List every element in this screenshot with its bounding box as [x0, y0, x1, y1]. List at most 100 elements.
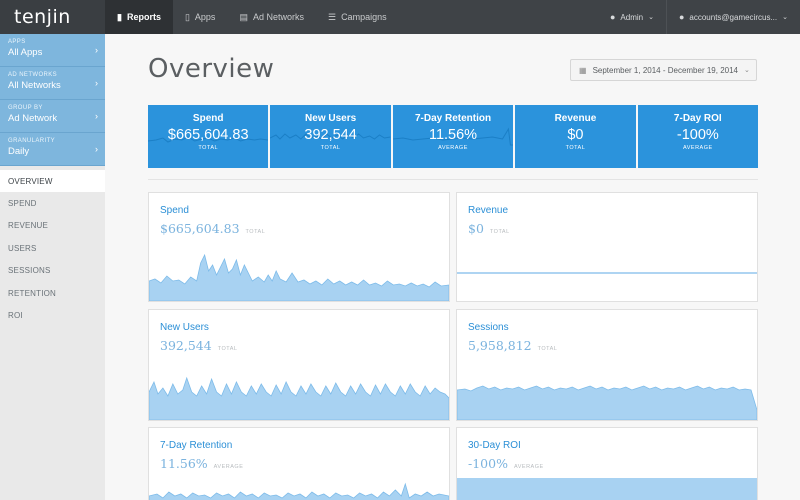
- chart-card-sub: TOTAL: [245, 229, 266, 235]
- chart-card-sessions[interactable]: Sessions 5,958,812 TOTAL: [456, 309, 758, 421]
- chart-card-title: New Users: [160, 322, 209, 333]
- sidebar-item-users[interactable]: USERS: [0, 237, 105, 259]
- kpi-revenue-sub: TOTAL: [565, 145, 586, 151]
- spend-area-chart: [149, 253, 449, 301]
- chart-card-title: Sessions: [468, 322, 509, 333]
- chevron-right-icon: ›: [95, 144, 98, 154]
- user-nav: ● Admin ⌄ ● accounts@gamecircus... ⌄: [598, 0, 800, 34]
- top-bar: tenjin ▮ Reports ▯ Apps ▤ Ad Networks ☰ …: [0, 0, 800, 34]
- sidebar-item-roi[interactable]: ROI: [0, 304, 105, 326]
- kpi-roi-value: -100%: [676, 127, 719, 143]
- chart-card-value-row: -100% AVERAGE: [468, 456, 544, 471]
- nav-reports-label: Reports: [126, 12, 161, 22]
- filter-ad-networks-value: All Networks: [8, 80, 61, 91]
- admin-menu[interactable]: ● Admin ⌄: [598, 0, 666, 34]
- filter-granularity-value: Daily: [8, 146, 30, 157]
- kpi-spend[interactable]: Spend $665,604.83 TOTAL: [148, 105, 269, 168]
- page-title: Overview: [148, 54, 275, 84]
- chevron-down-icon: ⌄: [648, 14, 654, 21]
- chevron-down-icon: ⌄: [743, 67, 750, 74]
- date-range-label: September 1, 2014 - December 19, 2014: [592, 65, 738, 75]
- kpi-row: Spend $665,604.83 TOTAL New Users 392,54…: [148, 105, 759, 168]
- kpi-revenue[interactable]: Revenue $0 TOTAL: [515, 105, 636, 168]
- kpi-retention-title: 7-Day Retention: [414, 113, 492, 124]
- filter-apps-value: All Apps: [8, 47, 43, 58]
- chart-card-7-day-retention[interactable]: 7-Day Retention 11.56% AVERAGE: [148, 427, 450, 500]
- chart-card-new-users[interactable]: New Users 392,544 TOTAL: [148, 309, 450, 421]
- nav-ad-networks[interactable]: ▤ Ad Networks: [227, 0, 316, 34]
- sidebar-item-revenue[interactable]: REVENUE: [0, 215, 105, 237]
- chart-card-sub: AVERAGE: [213, 464, 244, 470]
- chevron-down-icon: ⌄: [782, 14, 788, 21]
- sidebar: APPS All Apps › AD NETWORKS All Networks…: [0, 34, 105, 500]
- user-icon: ●: [678, 12, 685, 22]
- kpi-spend-value: $665,604.83: [167, 127, 249, 143]
- sidebar-item-retention[interactable]: RETENTION: [0, 282, 105, 304]
- chart-card-value: -100%: [468, 456, 508, 471]
- filter-granularity[interactable]: GRANULARITY Daily ›: [0, 133, 105, 166]
- app-logo[interactable]: tenjin: [14, 6, 71, 28]
- kpi-roi-title: 7-Day ROI: [673, 113, 722, 124]
- sidebar-item-sessions[interactable]: SESSIONS: [0, 260, 105, 282]
- chart-card-title: 7-Day Retention: [160, 440, 233, 451]
- kpi-spend-title: Spend: [192, 113, 224, 124]
- kpi-7-day-retention[interactable]: 7-Day Retention 11.56% AVERAGE: [392, 105, 514, 168]
- kpi-spend-sub: TOTAL: [198, 145, 219, 151]
- revenue-line-chart: [457, 272, 757, 274]
- kpi-retention-value: 11.56%: [428, 127, 478, 143]
- nav-reports[interactable]: ▮ Reports: [105, 0, 173, 34]
- kpi-revenue-title: Revenue: [554, 113, 597, 124]
- chevron-right-icon: ›: [95, 45, 98, 55]
- chart-card-value: $665,604.83: [160, 221, 240, 236]
- new-users-area-chart: [149, 376, 449, 420]
- kpi-roi-sub: AVERAGE: [682, 145, 713, 151]
- filter-ad-networks[interactable]: AD NETWORKS All Networks ›: [0, 67, 105, 100]
- account-menu[interactable]: ● accounts@gamecircus... ⌄: [665, 0, 800, 34]
- kpi-7-day-roi[interactable]: 7-Day ROI -100% AVERAGE: [637, 105, 759, 168]
- kpi-new-users-sub: TOTAL: [320, 145, 341, 151]
- sidebar-item-spend[interactable]: SPEND: [0, 192, 105, 214]
- chart-card-sub: TOTAL: [217, 346, 238, 352]
- chart-card-value: $0: [468, 221, 484, 236]
- chart-card-30-day-roi[interactable]: 30-Day ROI -100% AVERAGE: [456, 427, 758, 500]
- chart-card-sub: AVERAGE: [513, 464, 544, 470]
- calendar-icon: ▦: [579, 65, 587, 75]
- filter-granularity-label: GRANULARITY: [8, 138, 56, 144]
- nav-apps[interactable]: ▯ Apps: [173, 0, 227, 34]
- kpi-new-users-title: New Users: [305, 113, 357, 124]
- filter-group-by[interactable]: GROUP BY Ad Network ›: [0, 100, 105, 133]
- roi-area-chart: [457, 478, 757, 500]
- chart-card-title: 30-Day ROI: [468, 440, 521, 451]
- kpi-new-users[interactable]: New Users 392,544 TOTAL: [270, 105, 391, 168]
- nav-campaigns[interactable]: ☰ Campaigns: [316, 0, 399, 34]
- chart-card-value-row: $0 TOTAL: [468, 221, 510, 236]
- logo-area[interactable]: tenjin: [0, 0, 105, 34]
- phone-icon: ▯: [184, 11, 190, 22]
- filter-group-by-value: Ad Network: [8, 113, 58, 124]
- chart-card-value: 11.56%: [160, 456, 208, 471]
- chart-card-value-row: 5,958,812 TOTAL: [468, 338, 557, 353]
- date-range-picker[interactable]: ▦ September 1, 2014 - December 19, 2014 …: [570, 59, 757, 81]
- chart-card-sub: TOTAL: [537, 346, 558, 352]
- filter-ad-networks-label: AD NETWORKS: [8, 72, 58, 78]
- kpi-new-users-value: 392,544: [304, 127, 357, 143]
- filter-group-by-label: GROUP BY: [8, 105, 43, 111]
- chart-card-value-row: 11.56% AVERAGE: [160, 456, 243, 471]
- chart-card-value: 5,958,812: [468, 338, 532, 353]
- account-menu-label: accounts@gamecircus...: [689, 12, 778, 22]
- chart-card-spend[interactable]: Spend $665,604.83 TOTAL: [148, 192, 450, 302]
- chevron-right-icon: ›: [95, 78, 98, 88]
- section-divider: [148, 179, 758, 180]
- book-icon: ▤: [239, 11, 248, 22]
- chart-card-title: Revenue: [468, 205, 509, 216]
- filter-apps[interactable]: APPS All Apps ›: [0, 34, 105, 67]
- nav-campaigns-label: Campaigns: [341, 12, 387, 22]
- chevron-right-icon: ›: [95, 111, 98, 121]
- chart-card-sub: TOTAL: [489, 229, 510, 235]
- kpi-revenue-value: $0: [567, 127, 584, 143]
- filter-apps-label: APPS: [8, 39, 26, 45]
- chart-card-title: Spend: [160, 205, 189, 216]
- sidebar-item-overview[interactable]: OVERVIEW: [0, 170, 105, 193]
- retention-area-chart: [149, 482, 449, 500]
- chart-card-revenue[interactable]: Revenue $0 TOTAL: [456, 192, 758, 302]
